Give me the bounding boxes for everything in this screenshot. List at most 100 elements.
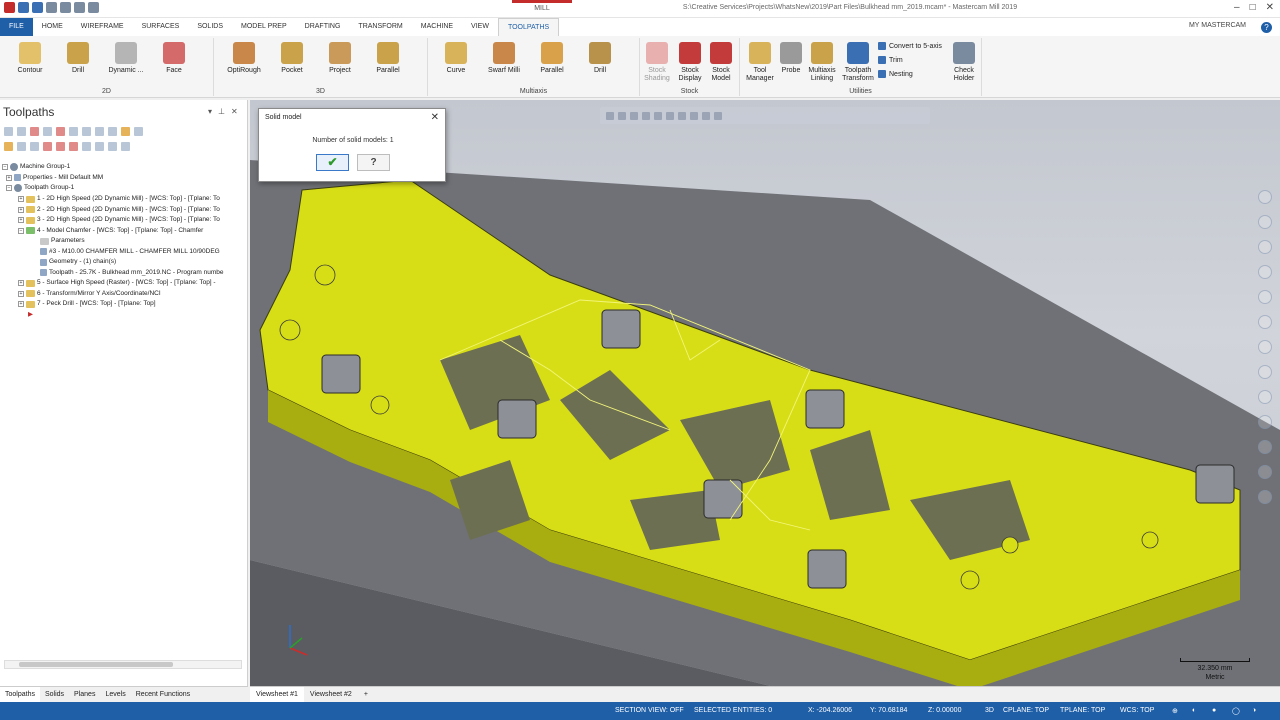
zoom-in-icon[interactable]: [1258, 190, 1272, 204]
pan-icon[interactable]: [714, 111, 722, 120]
pocket-button[interactable]: Pocket: [268, 42, 316, 75]
shading-icon[interactable]: [1258, 340, 1272, 354]
verify-selection-icon[interactable]: [666, 111, 674, 120]
tab-viewsheet-1[interactable]: Viewsheet #1: [250, 687, 304, 702]
delete-toolpath-icon[interactable]: [30, 127, 39, 136]
app-logo-icon[interactable]: [4, 2, 15, 13]
autocursor-icon[interactable]: [606, 111, 614, 120]
select-options-icon[interactable]: [654, 111, 662, 120]
tab-view[interactable]: VIEW: [462, 18, 498, 36]
my-mastercam-link[interactable]: MY MASTERCAM: [1189, 22, 1246, 29]
toolpath-transform-button[interactable]: Toolpath Transform: [840, 42, 876, 83]
tab-home[interactable]: HOME: [33, 18, 72, 36]
move-up-icon[interactable]: [56, 142, 65, 151]
check-holder-button[interactable]: Check Holder: [946, 42, 982, 83]
print-preview-icon[interactable]: [60, 2, 71, 13]
zoom-out-icon[interactable]: [1258, 215, 1272, 229]
wireframe-icon[interactable]: [1258, 365, 1272, 379]
toggle-display-icon[interactable]: [17, 142, 26, 151]
collapse-icon[interactable]: −: [2, 164, 8, 170]
lock-icon[interactable]: [4, 142, 13, 151]
dynamic-mill-button[interactable]: Dynamic ...: [102, 42, 150, 75]
undo-icon[interactable]: [74, 2, 85, 13]
clear-colors-icon[interactable]: [1258, 490, 1272, 504]
grid-icon[interactable]: [702, 111, 710, 120]
rotate-icon[interactable]: [1258, 240, 1272, 254]
save-icon[interactable]: [32, 2, 43, 13]
verify-icon[interactable]: [82, 127, 91, 136]
analyze-icon[interactable]: [1258, 440, 1272, 454]
section-view-status[interactable]: SECTION VIEW: OFF: [615, 707, 684, 714]
wireframe-mode-icon[interactable]: ◯: [1232, 707, 1240, 715]
tree-node-properties[interactable]: + Properties - Mill Default MM: [6, 173, 103, 183]
tab-toolpaths-manager[interactable]: Toolpaths: [0, 687, 40, 702]
tree-node-machine-group[interactable]: − Machine Group-1: [2, 162, 70, 172]
trim-button[interactable]: Trim: [878, 56, 903, 64]
mode-3d-status[interactable]: 3D: [985, 707, 994, 714]
display-selected-icon[interactable]: [108, 142, 117, 151]
collapse-icon[interactable]: −: [6, 185, 12, 191]
expand-icon[interactable]: +: [18, 280, 24, 286]
display-mode-icon[interactable]: ◐: [1192, 707, 1196, 714]
cplane-status[interactable]: CPLANE: TOP: [1003, 707, 1049, 714]
collapse-icon[interactable]: −: [18, 227, 24, 234]
expand-icon[interactable]: +: [18, 196, 24, 202]
tab-solids[interactable]: SOLIDS: [188, 18, 232, 36]
view-cube-icon[interactable]: [1258, 290, 1272, 304]
translucency-icon[interactable]: [1258, 390, 1272, 404]
stock-shading-button[interactable]: Stock Shading: [640, 42, 674, 83]
tree-node-op-7[interactable]: +7 - Peck Drill - [WCS: Top] - [Tplane: …: [18, 299, 156, 309]
insert-arrow-icon[interactable]: [69, 142, 78, 151]
expand-icon[interactable]: +: [6, 174, 12, 181]
tree-node-op-4[interactable]: −4 - Model Chamfer - [WCS: Top] - [Tplan…: [18, 226, 203, 236]
snap-icon[interactable]: [618, 111, 626, 120]
project-button[interactable]: Project: [316, 42, 364, 75]
tab-viewsheet-2[interactable]: Viewsheet #2: [304, 687, 358, 702]
contour-button[interactable]: Contour: [6, 42, 54, 75]
tool-manager-button[interactable]: Tool Manager: [742, 42, 778, 83]
tab-planes-manager[interactable]: Planes: [69, 687, 100, 702]
tab-drafting[interactable]: DRAFTING: [296, 18, 350, 36]
curve-button[interactable]: Curve: [432, 42, 480, 75]
tree-node-tool[interactable]: #3 - M10.00 CHAMFER MILL - CHAMFER MILL …: [40, 247, 220, 257]
redo-icon[interactable]: [88, 2, 99, 13]
toggle-posting-icon[interactable]: [30, 142, 39, 151]
add-viewsheet-button[interactable]: +: [358, 687, 374, 702]
settings-icon[interactable]: [1258, 465, 1272, 479]
parallel-3d-button[interactable]: Parallel: [364, 42, 412, 75]
panel-close-icon[interactable]: ✕: [231, 107, 238, 116]
filter-icon[interactable]: [690, 111, 698, 120]
tree-node-parameters[interactable]: Parameters: [40, 236, 85, 246]
dialog-help-button[interactable]: ?: [357, 154, 390, 171]
pin-icon[interactable]: ⊥: [218, 107, 225, 116]
section-view-icon[interactable]: [1258, 315, 1272, 329]
optirough-button[interactable]: OptiRough: [220, 42, 268, 75]
expand-icon[interactable]: +: [18, 301, 24, 307]
regenerate-dirty-icon[interactable]: [56, 127, 65, 136]
probe-button[interactable]: Probe: [776, 42, 806, 75]
print-icon[interactable]: [46, 2, 57, 13]
wcs-status[interactable]: WCS: TOP: [1120, 707, 1154, 714]
tab-toolpaths[interactable]: TOOLPATHS: [497, 18, 560, 36]
tab-surfaces[interactable]: SURFACES: [133, 18, 189, 36]
simulate-icon[interactable]: [95, 127, 104, 136]
tree-node-geometry[interactable]: Geometry - (1) chain(s): [40, 257, 116, 267]
tab-model-prep[interactable]: MODEL PREP: [232, 18, 296, 36]
shaded-icon[interactable]: ●: [1212, 707, 1216, 714]
tab-wireframe[interactable]: WIREFRAME: [72, 18, 133, 36]
panel-horizontal-scrollbar[interactable]: [4, 660, 242, 669]
tab-file[interactable]: FILE: [0, 18, 33, 36]
hide-icon[interactable]: [1258, 415, 1272, 429]
fit-icon[interactable]: [1258, 265, 1272, 279]
snap-settings-icon[interactable]: [630, 111, 638, 120]
tree-node-op-5[interactable]: +5 - Surface High Speed (Raster) - [WCS:…: [18, 278, 216, 288]
graphics-viewport[interactable]: 32.350 mm Metric: [250, 100, 1280, 686]
minimize-icon[interactable]: –: [1234, 2, 1240, 13]
dialog-close-icon[interactable]: ✕: [431, 112, 439, 123]
tab-recent-functions[interactable]: Recent Functions: [131, 687, 195, 702]
scrollbar-thumb[interactable]: [19, 662, 173, 667]
select-all-icon[interactable]: [4, 127, 13, 136]
move-down-icon[interactable]: [43, 142, 52, 151]
chain-icon[interactable]: [678, 111, 686, 120]
parallel-multiaxis-button[interactable]: Parallel: [528, 42, 576, 75]
